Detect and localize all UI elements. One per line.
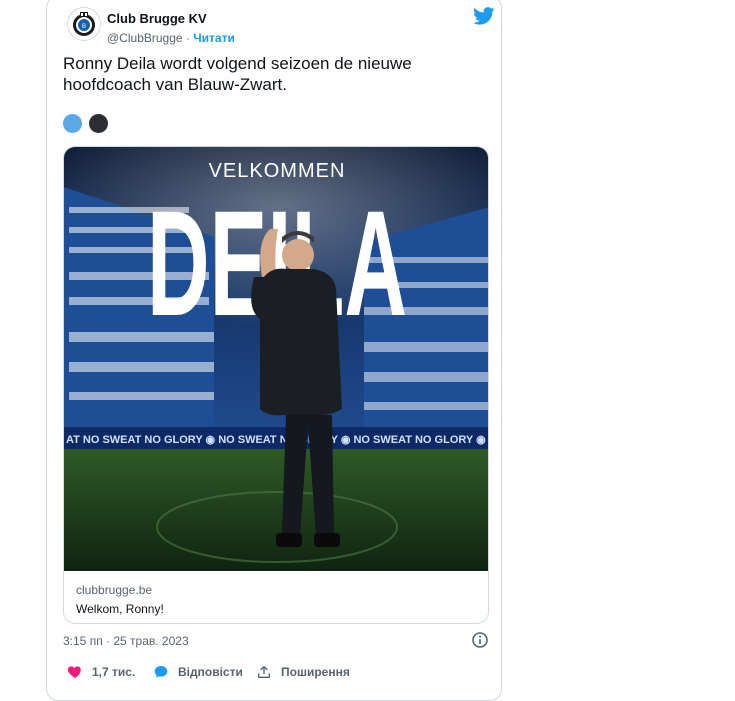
separator: · [185,31,190,45]
like-button[interactable]: 1,7 тис. [67,664,135,680]
black-circle-emoji-icon [89,114,109,133]
media-photo[interactable]: AT NO SWEAT NO GLORY ◉ NO SWEAT NO GLORY… [64,147,489,571]
like-count: 1,7 тис. [92,665,136,679]
follow-button[interactable]: Читати [193,31,235,45]
twitter-bird-icon[interactable] [473,5,495,27]
info-icon[interactable] [471,631,489,649]
link-title: Welkom, Ronny! [76,602,164,616]
link-domain: clubbrugge.be [76,583,153,597]
share-button[interactable]: Поширення [256,664,350,680]
heart-icon [67,666,81,678]
account-name[interactable]: Club Brugge KV [107,11,207,26]
account-handle[interactable]: @ClubBrugge [107,31,183,45]
banner-text: AT NO SWEAT NO GLORY ◉ NO SWEAT NO GLORY… [66,434,489,446]
avatar[interactable]: B [67,7,101,41]
reply-button[interactable]: Відповісти [153,664,243,680]
svg-text:B: B [82,24,86,30]
reply-label: Відповісти [178,665,243,679]
share-upload-icon [258,665,270,678]
tweet-header: B Club Brugge KV @ClubBrugge · Читати [67,7,495,47]
share-label: Поширення [281,665,350,679]
tweet-text: Ronny Deila wordt volgend seizoen de nie… [63,54,412,94]
link-preview[interactable]: clubbrugge.be Welkom, Ronny! [64,571,488,623]
handle-row: @ClubBrugge · Читати [107,31,235,45]
tweet-timestamp[interactable]: 3:15 пп · 25 трав. 2023 [63,634,189,648]
tweet-card: B Club Brugge KV @ClubBrugge · Читати Ro… [46,0,502,701]
link-card[interactable]: AT NO SWEAT NO GLORY ◉ NO SWEAT NO GLORY… [63,146,489,624]
emoji-row [63,114,111,134]
blue-circle-emoji-icon [63,114,82,133]
club-brugge-crest-icon: B [73,12,95,36]
reply-bubble-icon [154,666,168,678]
action-bar: 1,7 тис. Відповісти Поширення [63,664,493,684]
